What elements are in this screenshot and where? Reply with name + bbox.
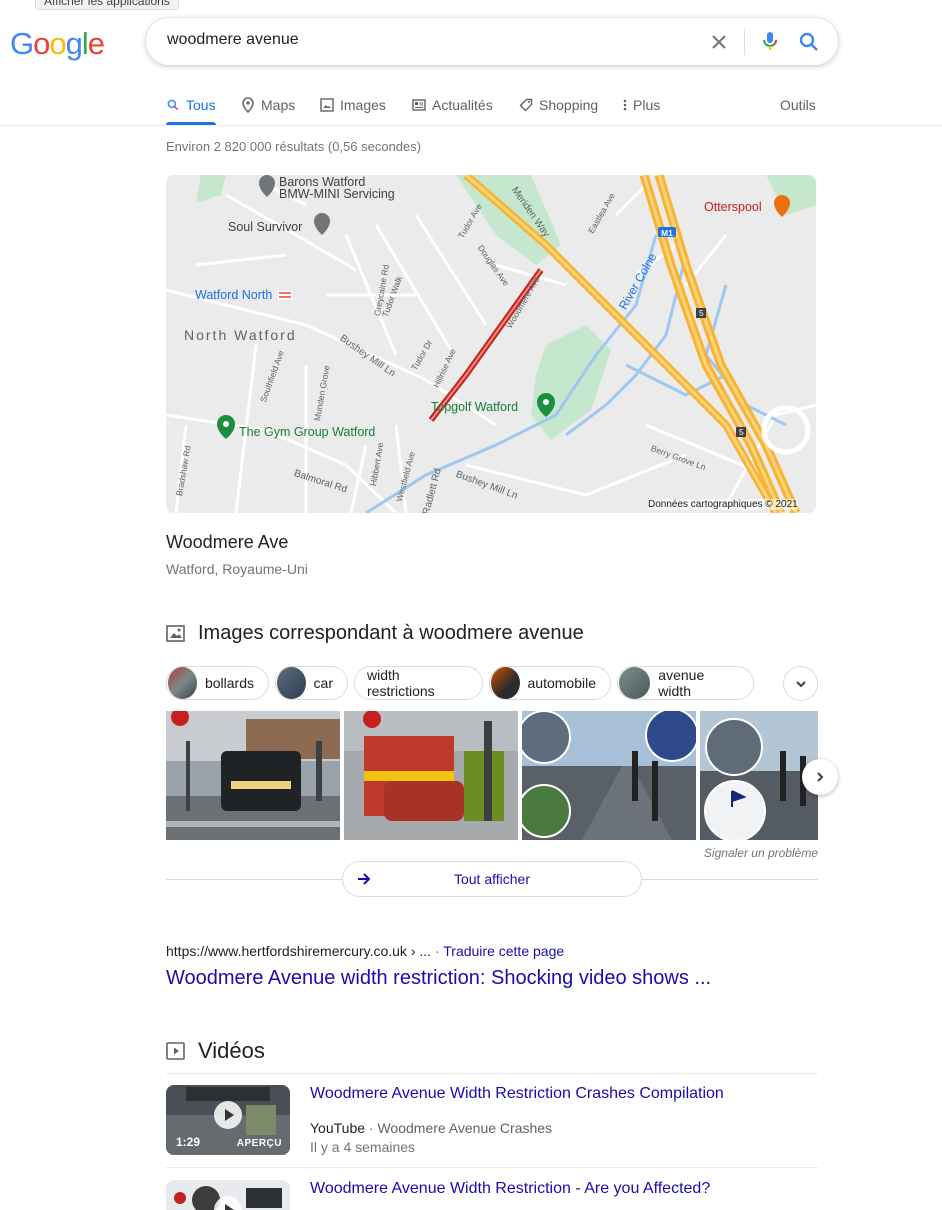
logo-letter: G (10, 26, 34, 61)
microphone-icon[interactable] (758, 29, 782, 53)
video-age: Il y a 4 semaines (310, 1139, 416, 1155)
logo-letter: g (65, 26, 83, 61)
place-location: Watford, Royaume-Uni (166, 561, 308, 577)
arrow-right-icon (358, 873, 371, 885)
divider (166, 1073, 818, 1074)
play-icon (214, 1101, 242, 1129)
tab-all[interactable]: Tous (166, 95, 216, 115)
logo-letter: o (49, 26, 66, 61)
image-thumbnail (166, 711, 340, 840)
videos-section-heading[interactable]: Vidéos (166, 1038, 265, 1064)
image-thumbnail (522, 711, 696, 840)
video-duration: 1:29 (176, 1135, 201, 1149)
result-stats: Environ 2 820 000 résultats (0,56 second… (166, 139, 422, 154)
chevron-right-icon (817, 772, 824, 782)
clear-icon[interactable] (707, 30, 731, 54)
image-icon (320, 98, 334, 112)
tab-maps[interactable]: Maps (241, 95, 295, 115)
image-thumbnail (344, 711, 518, 840)
map-label: M1 (661, 228, 673, 238)
map-label: North Watford (184, 327, 297, 343)
preview-badge: APERÇU (236, 1138, 282, 1149)
separator: · (434, 943, 444, 959)
map-label: 5 (699, 308, 704, 318)
chevron-down-icon (795, 680, 806, 687)
image-result[interactable] (700, 711, 818, 840)
report-problem-link[interactable]: Signaler un problème (704, 846, 818, 860)
more-vert-icon (623, 99, 627, 111)
search-divider (744, 29, 745, 55)
search-input[interactable]: woodmere avenue (167, 31, 299, 49)
search-box[interactable]: woodmere avenue (146, 18, 838, 65)
tab-more[interactable]: Plus (623, 95, 660, 115)
chip-thumbnail (277, 667, 306, 699)
map-label: Topgolf Watford (431, 400, 519, 414)
map-label: Otterspool (704, 200, 762, 214)
search-icon[interactable] (797, 30, 821, 54)
logo-letter: o (33, 26, 50, 61)
show-all-images-button[interactable]: Tout afficher (342, 861, 642, 897)
google-logo[interactable]: Google (10, 26, 105, 62)
divider (166, 1167, 818, 1168)
chip-avenue-width[interactable]: avenue width (617, 666, 754, 700)
map-pin-icon (242, 97, 254, 113)
video-icon (166, 1042, 185, 1060)
tab-images[interactable]: Images (320, 95, 386, 115)
chip-width-restrictions[interactable]: width restrictions (354, 666, 483, 700)
map-label: The Gym Group Watford (239, 425, 376, 439)
translate-link[interactable]: Traduire cette page (443, 943, 564, 959)
video-title-link[interactable]: Woodmere Avenue Width Restriction Crashe… (310, 1085, 724, 1103)
tab-news[interactable]: Actualités (412, 95, 493, 115)
place-name[interactable]: Woodmere Ave (166, 532, 288, 553)
chip-thumbnail (491, 667, 520, 699)
tab-shopping[interactable]: Shopping (519, 95, 598, 115)
chip-thumbnail (619, 667, 651, 699)
image-thumbnail (700, 711, 818, 840)
image-result[interactable] (166, 711, 340, 840)
active-tab-indicator (166, 122, 216, 125)
map-label: 5 (739, 427, 744, 437)
news-icon (412, 99, 426, 111)
image-result[interactable] (344, 711, 518, 840)
tools-button[interactable]: Outils (780, 95, 816, 115)
search-icon (167, 99, 179, 111)
video-channel: Woodmere Avenue Crashes (377, 1120, 553, 1136)
video-title-link[interactable]: Woodmere Avenue Width Restriction - Are … (310, 1180, 710, 1198)
video-source: YouTube · Woodmere Avenue Crashes (310, 1120, 553, 1136)
chip-car[interactable]: car (275, 666, 348, 700)
chip-automobile[interactable]: automobile (489, 666, 611, 700)
map-preview[interactable]: Barons Watford BMW-MINI Servicing Soul S… (166, 175, 816, 513)
gallery-next-button[interactable] (802, 759, 838, 795)
search-tabs: Tous Maps Images Actualités Shopping Plu… (0, 88, 942, 126)
image-icon (166, 624, 185, 642)
result-url[interactable]: https://www.hertfordshiremercury.co.uk ›… (166, 943, 564, 959)
map-label: Watford North (195, 288, 273, 302)
map-label: BMW-MINI Servicing (279, 187, 395, 201)
image-result[interactable] (522, 711, 696, 840)
video-thumbnail[interactable] (166, 1180, 290, 1210)
apps-tooltip: Afficher les applications (35, 0, 179, 10)
tag-icon (519, 98, 533, 112)
logo-letter: e (87, 26, 105, 61)
chip-thumbnail (168, 667, 197, 699)
chip-bollards[interactable]: bollards (166, 666, 269, 700)
expand-chips-button[interactable] (783, 666, 818, 701)
result-title-link[interactable]: Woodmere Avenue width restriction: Shock… (166, 967, 711, 990)
map-label: Soul Survivor (228, 220, 303, 234)
images-section-heading[interactable]: Images correspondant à woodmere avenue (166, 622, 584, 645)
video-thumbnail[interactable]: 1:29 APERÇU (166, 1085, 290, 1155)
map-copyright: Données cartographiques © 2021 (648, 499, 798, 510)
